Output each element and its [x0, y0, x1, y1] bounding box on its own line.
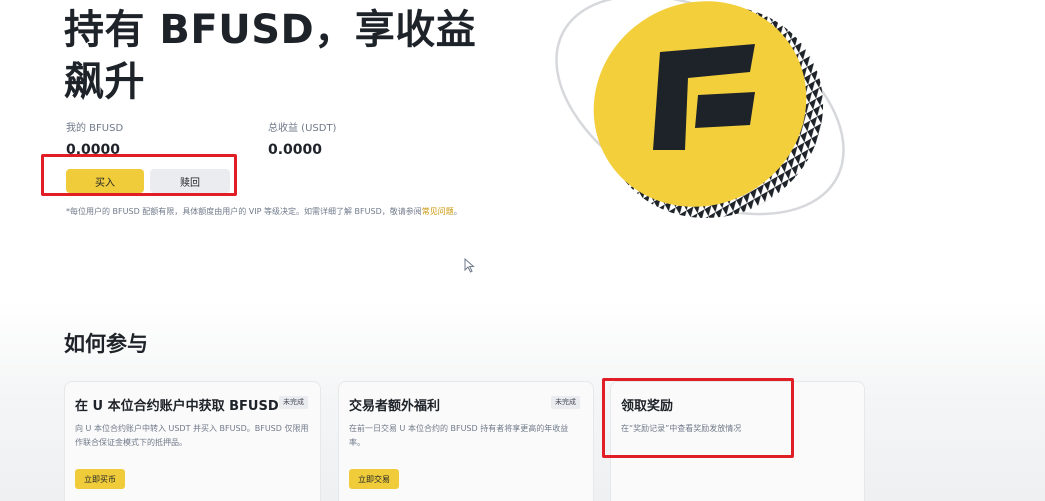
task-card-get-bfusd: 在 U 本位合约账户中获取 BFUSD 未完成 向 U 本位合约账户中转入 US… [64, 381, 321, 501]
my-bfusd-label: 我的 BFUSD [66, 123, 124, 134]
task-card-desc: 在前一日交易 U 本位合约的 BFUSD 持有者将享更高的年收益率。 [349, 424, 569, 447]
redeem-button[interactable]: 赎回 [150, 169, 230, 193]
faq-link[interactable]: 常见问题 [422, 207, 454, 216]
quota-note: *每位用户的 BFUSD 配额有限，具体额度由用户的 VIP 等级决定。如需详细… [66, 205, 476, 219]
task-card-trader-bonus: 交易者额外福利 未完成 在前一日交易 U 本位合约的 BFUSD 持有者将享更高… [338, 381, 594, 501]
mouse-cursor-icon [464, 258, 475, 273]
page-title: 持有 BFUSD，享收益飙升 [64, 7, 477, 105]
task-card-desc: 在“奖励记录”中查看奖励发放情况 [621, 424, 742, 433]
status-badge: 未完成 [279, 396, 308, 409]
total-earnings-value: 0.0000 [268, 142, 323, 158]
task-card-title: 在 U 本位合约账户中获取 BFUSD [75, 399, 279, 414]
total-earnings-label: 总收益 (USDT) [268, 123, 337, 134]
buy-now-button[interactable]: 立即买币 [75, 469, 125, 489]
total-earnings-stat: 总收益 (USDT) 0.0000 [268, 122, 336, 159]
trade-now-button[interactable]: 立即交易 [349, 469, 399, 489]
buy-button[interactable]: 买入 [66, 169, 144, 193]
task-card-desc: 向 U 本位合约账户中转入 USDT 并买入 BFUSD。BFUSD 仅限用作联… [75, 424, 309, 447]
how-to-title: 如何参与 [64, 332, 148, 356]
bfusd-coin-icon [555, 0, 845, 219]
status-badge: 未完成 [551, 396, 580, 409]
quota-note-text: *每位用户的 BFUSD 配额有限，具体额度由用户的 VIP 等级决定。如需详细… [66, 207, 422, 216]
quota-note-suffix: 。 [453, 207, 462, 216]
my-bfusd-stat: 我的 BFUSD 0.0000 [66, 122, 123, 159]
task-card-title: 领取奖励 [621, 399, 674, 414]
task-card-title: 交易者额外福利 [349, 399, 441, 414]
my-bfusd-value: 0.0000 [66, 142, 121, 158]
task-card-claim-rewards: 领取奖励 在“奖励记录”中查看奖励发放情况 [610, 381, 865, 501]
